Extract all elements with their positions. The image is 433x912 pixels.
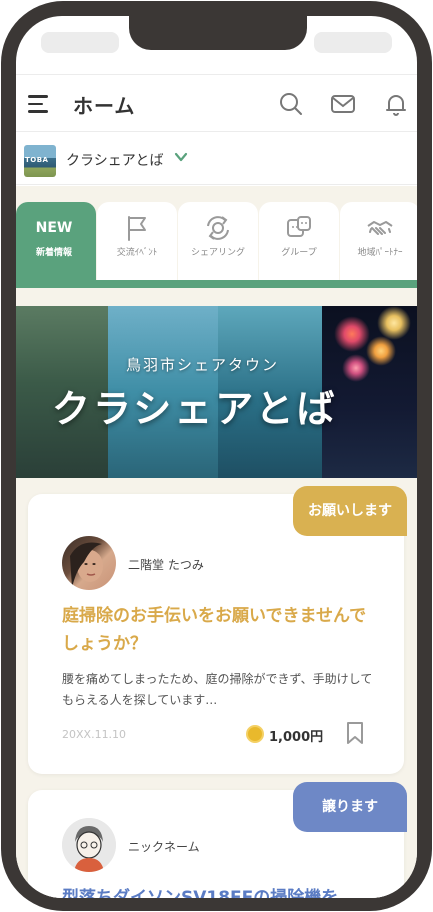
tab-groups[interactable]: グループ bbox=[259, 202, 339, 280]
post-date: 20XX.11.10 bbox=[62, 728, 127, 741]
post-type-badge: 譲ります bbox=[293, 782, 407, 832]
avatar[interactable] bbox=[62, 536, 116, 590]
tab-events[interactable]: 交流ｲﾍﾞﾝﾄ bbox=[97, 202, 177, 280]
banner-title: クラシェアとば bbox=[52, 386, 338, 431]
chevron-down-icon[interactable] bbox=[174, 150, 188, 164]
tab-news[interactable]: NEW 新着情報 bbox=[16, 202, 96, 280]
mail-icon[interactable] bbox=[330, 91, 356, 117]
tabs-underline bbox=[16, 280, 417, 288]
tab-sharing-label: シェアリング bbox=[190, 248, 245, 258]
search-icon[interactable] bbox=[278, 91, 304, 117]
menu-icon[interactable] bbox=[28, 95, 48, 113]
community-name: クラシェアとば bbox=[66, 153, 164, 169]
tab-partners[interactable]: 地域ﾊﾟｰﾄﾅｰ bbox=[340, 202, 417, 280]
app-header: ホーム bbox=[16, 74, 417, 132]
author-name: 二階堂 たつみ bbox=[128, 558, 204, 572]
post-title[interactable]: 型落ちダイソンSV18FFの掃除機を bbox=[62, 884, 372, 898]
post-price: 1,000円 bbox=[269, 730, 324, 745]
avatar[interactable] bbox=[62, 818, 116, 872]
tab-partners-label: 地域ﾊﾟｰﾄﾅｰ bbox=[357, 248, 403, 258]
tab-events-label: 交流ｲﾍﾞﾝﾄ bbox=[116, 248, 158, 258]
author-name: ニックネーム bbox=[128, 840, 200, 854]
community-thumbnail-text: TOBA bbox=[25, 156, 49, 164]
post-title[interactable]: 庭掃除のお手伝いをお願いできませんでしょうか？ bbox=[62, 602, 372, 658]
hero-banner[interactable]: 鳥羽市シェアタウン クラシェアとば bbox=[16, 306, 417, 478]
community-selector[interactable]: TOBA クラシェアとば bbox=[16, 133, 417, 185]
handshake-icon bbox=[367, 221, 393, 235]
flag-icon bbox=[128, 216, 146, 241]
post-card[interactable]: 譲ります ニックネーム 型落ちダイソンSV18FFの掃除機を bbox=[28, 782, 407, 898]
tab-sharing[interactable]: シェアリング bbox=[178, 202, 258, 280]
page-title: ホーム bbox=[73, 94, 136, 118]
group-icon bbox=[287, 216, 311, 237]
share-cycle-icon bbox=[207, 216, 229, 240]
post-excerpt: 腰を痛めてしまったため、庭の掃除ができず、手助けしてもらえる人を探しています… bbox=[62, 672, 373, 707]
app-screen: ホーム TOBA クラシェアとば NEW 新着情報 交流ｲﾍﾞﾝﾄ シェアリング… bbox=[16, 16, 417, 898]
tab-groups-label: グループ bbox=[281, 248, 317, 258]
community-thumbnail: TOBA bbox=[24, 145, 56, 177]
status-bar-right bbox=[314, 32, 392, 53]
phone-frame: ホーム TOBA クラシェアとば NEW 新着情報 交流ｲﾍﾞﾝﾄ シェアリング… bbox=[1, 1, 432, 911]
status-bar-left bbox=[41, 32, 119, 53]
bell-icon[interactable] bbox=[383, 91, 409, 117]
coin-icon bbox=[246, 725, 264, 743]
category-tabs: NEW 新着情報 交流ｲﾍﾞﾝﾄ シェアリング グループ 地域ﾊﾟｰﾄﾅｰ bbox=[16, 202, 417, 287]
bookmark-icon[interactable] bbox=[346, 722, 364, 744]
device-notch bbox=[129, 16, 307, 50]
post-card[interactable]: お願いします 二階堂 たつみ 庭掃除のお手伝いをお願いできませんでしょうか？ 腰… bbox=[28, 486, 407, 774]
new-badge: NEW bbox=[35, 220, 73, 236]
banner-subtitle: 鳥羽市シェアタウン bbox=[126, 356, 280, 374]
post-type-badge: お願いします bbox=[293, 486, 407, 536]
tab-news-label: 新着情報 bbox=[35, 248, 72, 258]
